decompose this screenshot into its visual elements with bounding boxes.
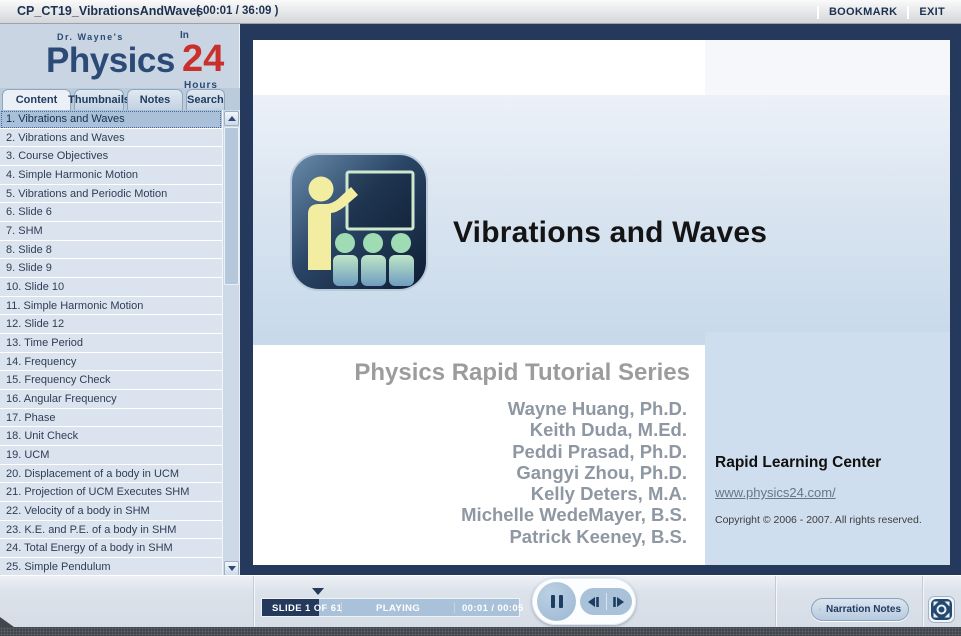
content-list-item[interactable]: 19. UCM [0,446,222,465]
total-time: ( 00:01 / 36:09 ) [196,5,279,17]
previous-slide-button[interactable] [580,588,606,615]
scroll-up-icon[interactable] [224,111,239,126]
slide-title: Vibrations and Waves [453,216,768,249]
copyright-text: Copyright © 2006 - 2007. All rights rese… [715,514,922,526]
author-name: Kelly Deters, M.A. [530,483,687,505]
author-name: Peddi Prasad, Ph.D. [512,440,687,462]
content-list-item[interactable]: 21. Projection of UCM Executes SHM [0,483,222,503]
content-list-item[interactable]: 4. Simple Harmonic Motion [0,166,222,185]
content-list-item[interactable]: 10. Slide 10 [0,278,222,297]
author-name: Keith Duda, M.Ed. [529,419,687,441]
content-list-item[interactable]: 6. Slide 6 [0,203,222,223]
window-bottom-edge [0,627,961,636]
sidebar-tabs: Content Thumbnails Notes Search [0,88,240,110]
content-list-item[interactable]: 22. Velocity of a body in SHM [0,502,222,521]
notes-document-icon [819,608,821,611]
slide-counter: SLIDE 1 OF 61 [272,603,343,614]
playback-status: PLAYING [376,603,421,614]
separator [907,5,910,19]
slide-frame-bottom [240,565,961,575]
content-list-item[interactable]: 5. Vibrations and Periodic Motion [0,184,222,204]
content-list-item[interactable]: 14. Frequency [0,352,222,372]
slide-frame-left [240,24,253,575]
presentation-title: CP_CT19_VibrationsAndWaves [17,4,204,18]
content-list-item[interactable]: 8. Slide 8 [0,240,222,260]
sidebar-tab[interactable]: Notes [127,89,183,110]
narration-notes-button[interactable]: Narration Notes [811,598,909,621]
author-list: Wayne Huang, Ph.D. Keith Duda, M.Ed. Peddi… [311,398,687,547]
exit-button[interactable]: EXIT [919,6,945,18]
corner-wedge [0,617,14,627]
content-list-item[interactable]: 15. Frequency Check [0,371,222,391]
content-list-item[interactable]: 12. Slide 12 [0,315,222,335]
title-bar-actions: BOOKMARK EXIT [816,0,945,24]
author-name: Michelle WedeMayer, B.S. [461,504,687,526]
divider [922,576,923,628]
slide-stepper [580,588,632,615]
content-list-item[interactable]: 16. Angular Frequency [0,390,222,409]
separator [454,602,455,613]
scrollbar-thumb[interactable] [224,127,239,285]
series-subtitle: Physics Rapid Tutorial Series [354,359,690,386]
author-name: Patrick Keeney, B.S. [509,525,687,547]
slide-branding-panel: Rapid Learning Center www.physics24.com/… [705,332,950,565]
website-link[interactable]: www.physics24.com/ [715,485,836,500]
fullscreen-icon[interactable] [928,596,955,623]
teacher-classroom-icon [290,153,428,291]
next-slide-button[interactable] [607,588,633,615]
content-list-item[interactable]: 7. SHM [0,222,222,241]
sidebar-tab[interactable]: Search [186,89,225,110]
content-list-item[interactable]: 20. Displacement of a body in UCM [0,464,222,484]
divider [253,576,254,628]
step-back-icon [587,596,599,607]
logo-in: In [180,30,189,41]
logo-physics: Physics [46,41,175,80]
pause-icon [550,595,555,608]
sidebar-tab[interactable]: Thumbnails [68,89,130,110]
branding-title: Rapid Learning Center [715,454,882,471]
narration-notes-label: Narration Notes [825,604,901,615]
content-list-item[interactable]: 3. Course Objectives [0,147,222,167]
content-list-item[interactable]: 13. Time Period [0,334,222,353]
slide-time: 00:01 / 00:05 [462,603,524,614]
author-name: Wayne Huang, Ph.D. [507,398,687,419]
divider [775,576,776,628]
content-list-item[interactable]: 17. Phase [0,408,222,428]
logo-hours: Hours [184,80,218,88]
slide-right-column [705,40,950,96]
logo-panel: Dr. Wayne's Physics 24 In Hours [0,24,240,88]
content-list-item[interactable]: 25. Simple Pendulum [0,558,222,577]
content-list-item[interactable]: 1. Vibrations and Waves [0,110,222,129]
step-forward-icon [613,596,625,607]
slide-frame-top [240,24,961,40]
scroll-down-icon[interactable] [224,561,239,576]
bookmark-button[interactable]: BOOKMARK [829,6,897,18]
slide-frame-right [950,24,961,575]
author-name: Gangyi Zhou, Ph.D. [516,461,687,483]
slide-canvas: Rapid Learning Center www.physics24.com/… [253,40,950,565]
content-list-item[interactable]: 24. Total Energy of a body in SHM [0,539,222,559]
content-list-item[interactable]: 23. K.E. and P.E. of a body in SHM [0,520,222,540]
player-window: CP_CT19_VibrationsAndWaves ( 00:01 / 36:… [0,0,961,636]
pause-button[interactable] [537,582,576,621]
transport-controls [532,578,636,625]
content-list: 1. Vibrations and Waves 2. Vibrations and… [0,110,222,577]
content-list-item[interactable]: 18. Unit Check [0,427,222,447]
content-list-item[interactable]: 9. Slide 9 [0,259,222,279]
slide-progress-bar[interactable]: SLIDE 1 OF 61 PLAYING 00:01 / 00:05 [261,598,523,617]
logo-24: 24 [182,38,225,80]
playhead-marker[interactable] [312,588,324,595]
sidebar-tab[interactable]: Content [2,89,71,110]
title-bar: CP_CT19_VibrationsAndWaves ( 00:01 / 36:… [0,0,961,24]
content-scrollbar[interactable] [222,110,239,577]
content-list-item[interactable]: 2. Vibrations and Waves [0,128,222,148]
separator [816,5,819,19]
content-list-item[interactable]: 11. Simple Harmonic Motion [0,296,222,316]
